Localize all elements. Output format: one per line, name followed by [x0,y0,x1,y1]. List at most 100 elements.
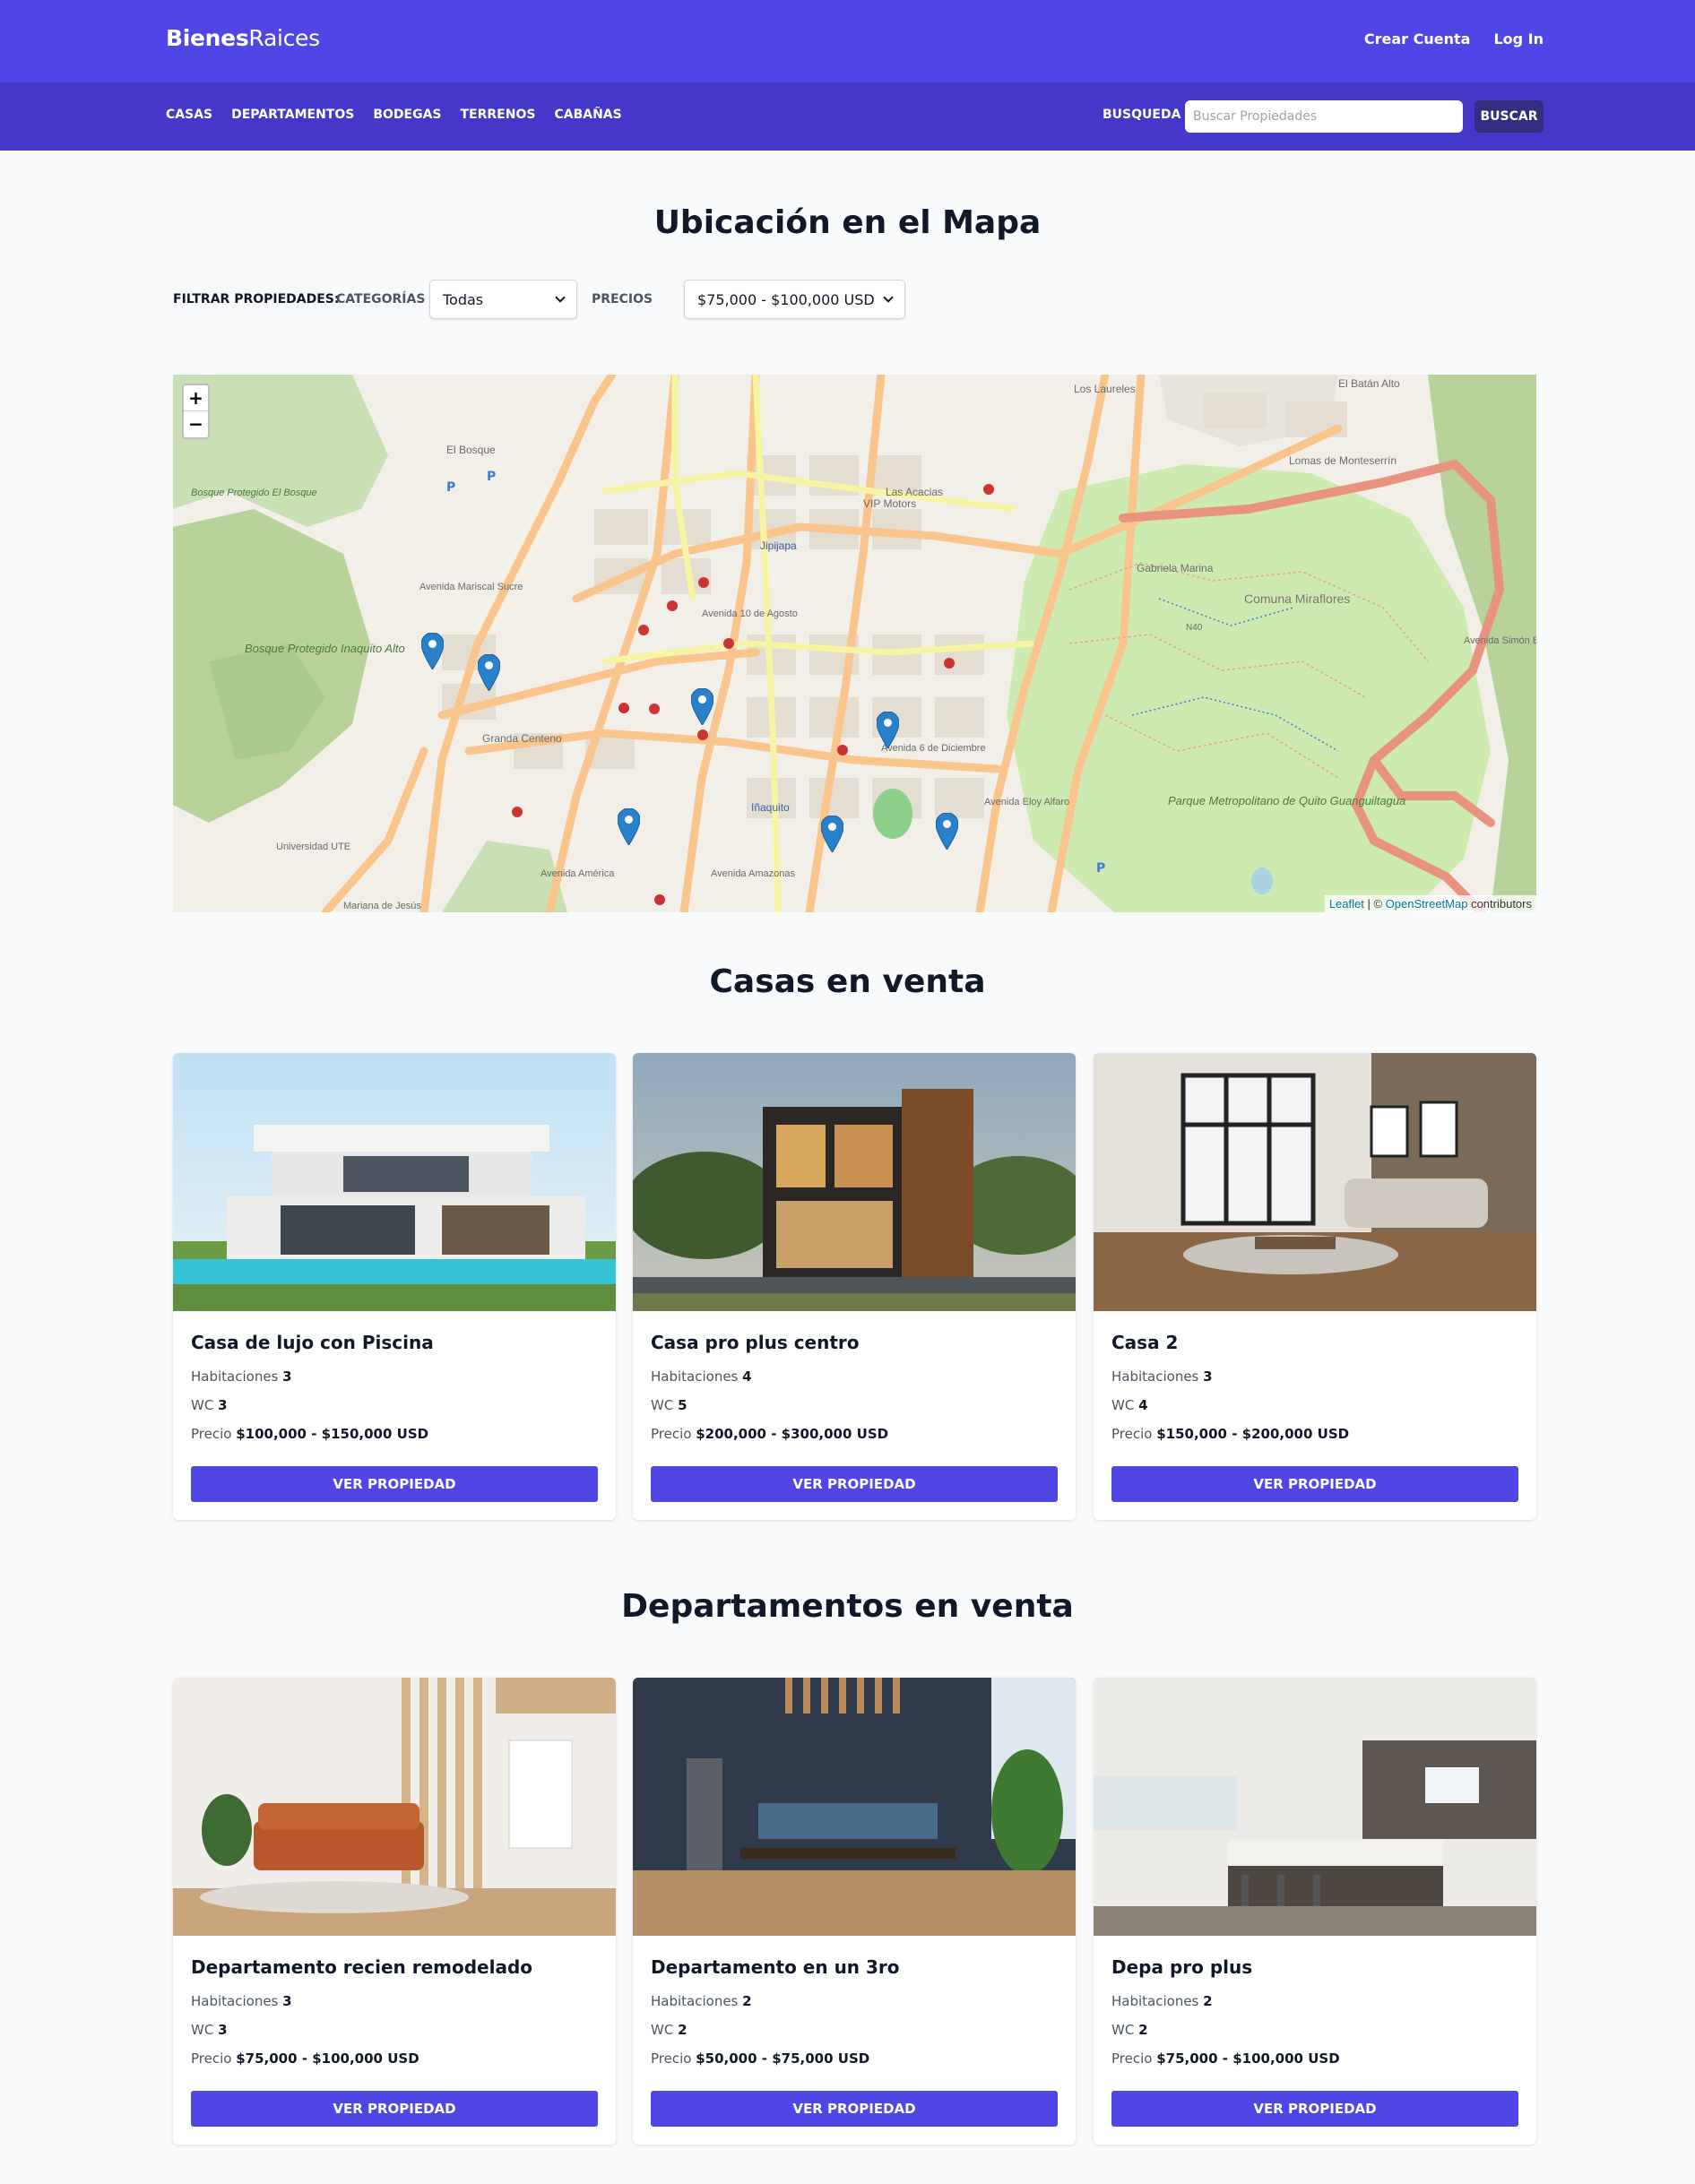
property-title: Departamento en un 3ro [651,1956,900,1978]
svg-text:Iñaquito: Iñaquito [751,801,790,814]
price-info: Precio $50,000 - $75,000 USD [651,2050,870,2067]
property-marker-icon[interactable] [877,712,899,748]
category-select[interactable]: Todas [429,280,577,319]
svg-text:Bosque Protegido Inaquito Alto: Bosque Protegido Inaquito Alto [245,642,405,655]
view-property-button[interactable]: VER PROPIEDAD [1111,2091,1518,2127]
svg-text:Avenida 10 de Agosto: Avenida 10 de Agosto [702,609,798,619]
svg-text:Avenida América: Avenida América [540,868,615,879]
svg-text:Avenida Eloy Alfaro: Avenida Eloy Alfaro [984,797,1069,807]
wc-info: WC 3 [191,2022,228,2038]
property-image [1094,1678,1536,1936]
nav-cabanas[interactable]: CABAÑAS [554,108,621,122]
view-property-button[interactable]: VER PROPIEDAD [651,1466,1058,1502]
property-marker-icon[interactable] [478,654,500,691]
svg-text:El Batán Alto: El Batán Alto [1338,377,1400,390]
view-property-button[interactable]: VER PROPIEDAD [651,2091,1058,2127]
svg-text:VIP Motors: VIP Motors [863,497,916,510]
create-account-link[interactable]: Crear Cuenta [1364,30,1471,47]
property-title: Casa 2 [1111,1332,1179,1353]
property-image [633,1053,1076,1311]
wc-info: WC 2 [1111,2022,1148,2038]
price-info: Precio $150,000 - $200,000 USD [1111,1426,1350,1442]
property-marker-icon[interactable] [421,633,444,669]
svg-text:P: P [487,470,496,484]
filter-label: FILTRAR PROPIEDADES: [173,292,340,306]
nav-bodegas[interactable]: BODEGAS [373,108,441,122]
property-marker-icon[interactable] [936,813,958,850]
svg-text:Universidad UTE: Universidad UTE [276,842,350,852]
svg-text:Mariana de Jesús: Mariana de Jesús [343,901,421,911]
property-image [173,1053,616,1311]
property-title: Departamento recien remodelado [191,1956,533,1978]
price-info: Precio $100,000 - $150,000 USD [191,1426,429,1442]
houses-section-title: Casas en venta [709,963,986,1000]
zoom-in-button[interactable]: + [184,385,208,411]
svg-text:Avenida Simón Bolívar: Avenida Simón Bolívar [1464,635,1536,646]
map-zoom-control: + − [182,384,210,439]
top-header: BienesRaices Crear Cuenta Log In [0,0,1695,82]
rooms-info: Habitaciones 3 [191,1993,292,2009]
property-map[interactable]: Los Laureles El Batán Alto El Bosque Bos… [173,375,1536,912]
search-input[interactable] [1185,100,1463,133]
category-filter-label: CATEGORÍAS [336,292,426,306]
price-info: Precio $200,000 - $300,000 USD [651,1426,889,1442]
category-links: CASAS DEPARTAMENTOS BODEGAS TERRENOS CAB… [166,108,622,122]
property-card: Casa pro plus centro Habitaciones 4 WC 5… [633,1053,1076,1520]
svg-text:Bosque Protegido El Bosque: Bosque Protegido El Bosque [191,488,317,498]
property-title: Casa de lujo con Piscina [191,1332,434,1353]
map-section-title: Ubicación en el Mapa [653,204,1042,241]
property-card: Depa pro plus Habitaciones 2 WC 2 Precio… [1094,1678,1536,2145]
zoom-out-button[interactable]: − [184,411,208,437]
wc-info: WC 4 [1111,1397,1148,1413]
view-property-button[interactable]: VER PROPIEDAD [1111,1466,1518,1502]
svg-text:Lomas de Monteserrín: Lomas de Monteserrín [1289,454,1397,467]
svg-text:Granda Centeno: Granda Centeno [482,732,562,745]
property-image [633,1678,1076,1936]
category-nav: CASAS DEPARTAMENTOS BODEGAS TERRENOS CAB… [0,82,1695,151]
view-property-button[interactable]: VER PROPIEDAD [191,1466,598,1502]
nav-casas[interactable]: CASAS [166,108,212,122]
property-card: Departamento en un 3ro Habitaciones 2 WC… [633,1678,1076,2145]
property-marker-icon[interactable] [691,688,713,725]
wc-info: WC 5 [651,1397,688,1413]
leaflet-link[interactable]: Leaflet [1329,897,1364,911]
property-title: Depa pro plus [1111,1956,1253,1978]
osm-link[interactable]: OpenStreetMap [1386,897,1468,911]
svg-text:N40: N40 [1186,623,1203,633]
view-property-button[interactable]: VER PROPIEDAD [191,2091,598,2127]
site-logo[interactable]: BienesRaices [166,25,320,51]
property-title: Casa pro plus centro [651,1332,860,1353]
property-card: Casa de lujo con Piscina Habitaciones 3 … [173,1053,616,1520]
rooms-info: Habitaciones 3 [1111,1368,1213,1385]
price-info: Precio $75,000 - $100,000 USD [1111,2050,1340,2067]
rooms-info: Habitaciones 2 [1111,1993,1213,2009]
apartments-section-title: Departamentos en venta [621,1588,1074,1625]
nav-departamentos[interactable]: DEPARTAMENTOS [231,108,354,122]
property-marker-icon[interactable] [618,808,640,845]
property-image [173,1678,616,1936]
svg-text:Jipijapa: Jipijapa [760,540,797,552]
login-link[interactable]: Log In [1493,30,1544,47]
wc-info: WC 2 [651,2022,688,2038]
svg-text:Avenida Mariscal Sucre: Avenida Mariscal Sucre [419,582,523,592]
wc-info: WC 3 [191,1397,228,1413]
rooms-info: Habitaciones 2 [651,1993,752,2009]
rooms-info: Habitaciones 3 [191,1368,292,1385]
property-card: Casa 2 Habitaciones 3 WC 4 Precio $150,0… [1094,1053,1536,1520]
property-marker-icon[interactable] [821,816,843,852]
svg-text:El Bosque: El Bosque [446,444,496,456]
price-select[interactable]: $75,000 - $100,000 USD [684,280,905,319]
svg-text:Las Acacias: Las Acacias [886,486,943,498]
property-image [1094,1053,1536,1311]
svg-text:Gabriela Marina: Gabriela Marina [1137,562,1214,574]
search-button[interactable]: BUSCAR [1474,100,1544,133]
rooms-info: Habitaciones 4 [651,1368,752,1385]
map-label: Los Laureles [1074,383,1136,395]
chevron-down-icon [555,292,566,303]
category-select-value: Todas [443,290,484,308]
svg-text:P: P [1096,861,1105,876]
nav-terrenos[interactable]: TERRENOS [461,108,536,122]
search-label: BUSQUEDA [1103,108,1181,122]
svg-text:Comuna Miraflores: Comuna Miraflores [1244,591,1350,606]
svg-text:P: P [446,480,455,495]
